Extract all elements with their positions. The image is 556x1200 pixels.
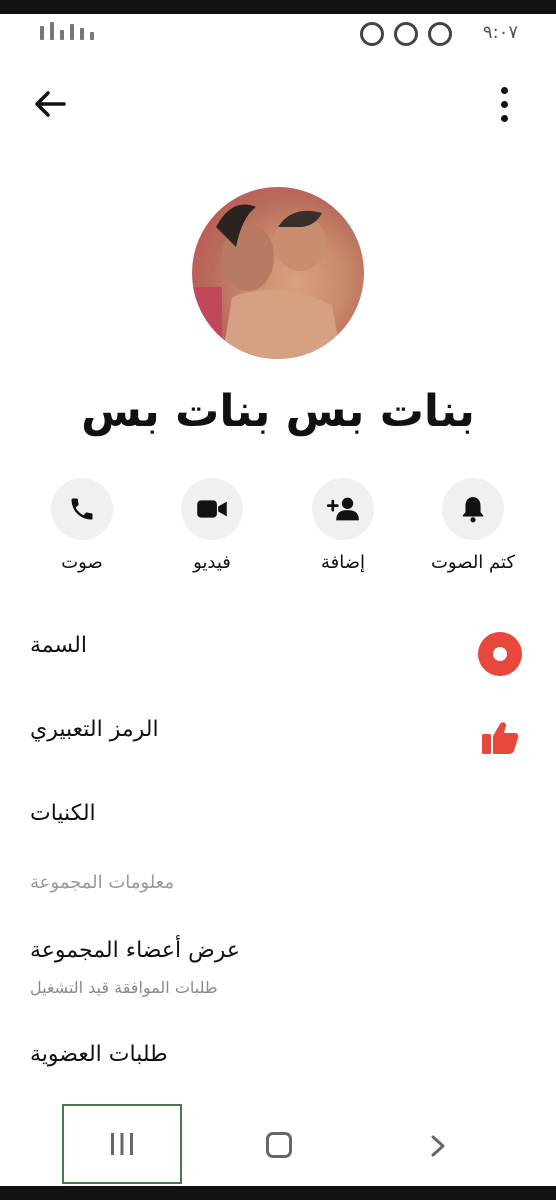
group-info-heading: معلومات المجموعة bbox=[30, 872, 174, 893]
group-name: بنات بس بنات بس bbox=[81, 386, 475, 437]
add-person-icon bbox=[326, 497, 359, 521]
mute-action[interactable]: كتم الصوت bbox=[413, 478, 533, 573]
theme-color-icon bbox=[478, 632, 522, 676]
add-label: إضافة bbox=[320, 552, 366, 573]
vpn-icon bbox=[394, 22, 418, 46]
video-button[interactable] bbox=[181, 478, 243, 540]
status-indicators bbox=[40, 22, 94, 40]
more-vertical-icon bbox=[500, 86, 508, 94]
theme-label: السمة bbox=[30, 633, 87, 658]
membership-requests-row[interactable]: طلبات العضوية bbox=[0, 1034, 556, 1090]
theme-row[interactable]: السمة bbox=[0, 620, 556, 680]
status-icons bbox=[360, 22, 452, 46]
bell-icon bbox=[462, 497, 484, 523]
recents-button[interactable] bbox=[62, 1104, 182, 1184]
phone-button[interactable] bbox=[51, 478, 113, 540]
emoji-row[interactable]: الرمز التعبيري bbox=[0, 704, 556, 764]
call-action[interactable]: صوت bbox=[22, 478, 142, 573]
nicknames-label: الكنيات bbox=[30, 801, 96, 826]
status-bar: ٩:٠٧ bbox=[0, 14, 556, 60]
more-options-button[interactable] bbox=[492, 84, 516, 124]
nav-back-button[interactable] bbox=[428, 1134, 448, 1158]
thumbs-up-icon bbox=[482, 722, 519, 754]
bottom-edge bbox=[0, 1186, 556, 1200]
view-members-label: عرض أعضاء المجموعة bbox=[30, 938, 240, 963]
sync-icon bbox=[428, 22, 452, 46]
call-label: صوت bbox=[61, 552, 103, 573]
mute-button[interactable] bbox=[442, 478, 504, 540]
status-time: ٩:٠٧ bbox=[482, 22, 518, 43]
nicknames-row[interactable]: الكنيات bbox=[0, 788, 556, 848]
group-avatar[interactable] bbox=[192, 187, 364, 359]
add-action[interactable]: إضافة bbox=[283, 478, 403, 573]
top-edge bbox=[0, 0, 556, 14]
video-label: فيديو bbox=[193, 552, 231, 573]
add-person-button[interactable] bbox=[312, 478, 374, 540]
arrow-left-icon bbox=[35, 91, 66, 117]
emoji-label: الرمز التعبيري bbox=[30, 717, 159, 742]
video-camera-icon bbox=[197, 500, 227, 518]
home-button[interactable] bbox=[266, 1132, 292, 1158]
back-button[interactable] bbox=[30, 84, 70, 124]
view-members-row[interactable]: عرض أعضاء المجموعة طلبات الموافقة قيد ال… bbox=[0, 930, 556, 1010]
phone-icon bbox=[71, 498, 93, 520]
view-members-subtitle: طلبات الموافقة قيد التشغيل bbox=[30, 978, 218, 997]
recents-icon bbox=[111, 1133, 133, 1155]
video-action[interactable]: فيديو bbox=[152, 478, 272, 573]
back-chevron-icon bbox=[431, 1135, 445, 1157]
mute-label: كتم الصوت bbox=[430, 552, 516, 573]
membership-requests-label: طلبات العضوية bbox=[30, 1042, 168, 1067]
avatar-image bbox=[192, 204, 342, 359]
notification-icon bbox=[360, 22, 384, 46]
